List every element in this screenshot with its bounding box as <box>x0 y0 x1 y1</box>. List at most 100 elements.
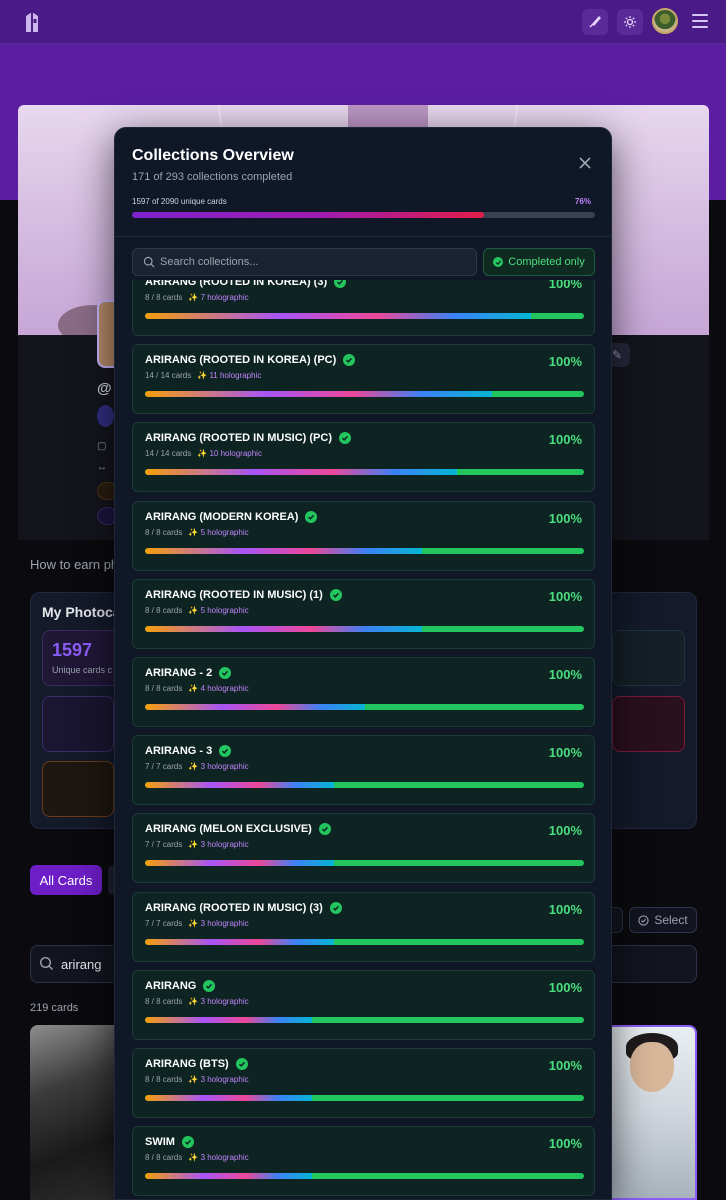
all-cards-tab[interactable]: All Cards <box>30 865 102 895</box>
holographic-progress-segment <box>145 547 422 554</box>
stat-box <box>42 696 114 752</box>
holographic-progress-segment <box>145 1095 312 1101</box>
sparkle-icon: ✨ <box>188 527 199 537</box>
cards-search-value: arirang <box>61 957 102 972</box>
divider <box>115 236 611 237</box>
collection-card[interactable]: ARIRANG (ROOTED IN MUSIC) (1) 8 / 8 cards… <box>132 578 595 649</box>
brush-icon[interactable] <box>582 9 608 35</box>
holographic-progress-segment <box>145 704 365 710</box>
overall-progress-bar <box>132 212 595 218</box>
holographic-count: ✨ 4 holographic <box>188 684 249 693</box>
collection-progress-bar <box>145 313 584 319</box>
sparkle-icon: ✨ <box>188 605 199 615</box>
collection-percent: 100% <box>548 1136 582 1152</box>
link-icon: ↔ <box>97 462 107 473</box>
how-to-earn-link[interactable]: How to earn pho <box>30 557 125 572</box>
completed-only-toggle[interactable]: Completed only <box>483 248 595 276</box>
collection-meta: 8 / 8 cards ✨ 4 holographic <box>145 684 249 693</box>
check-circle-icon <box>219 745 232 758</box>
check-circle-icon <box>318 823 331 836</box>
holographic-count: ✨ 5 holographic <box>188 527 249 537</box>
holographic-count: ✨ 3 holographic <box>188 840 249 850</box>
holographic-count: ✨ 3 holographic <box>188 762 249 772</box>
collection-card[interactable]: ARIRANG - 2 8 / 8 cards ✨ 4 holographic 100… <box>132 657 595 727</box>
collections-search[interactable] <box>132 248 477 276</box>
collection-card[interactable]: SWIM 8 / 8 cards ✨ 3 holographic 100% <box>132 1126 595 1197</box>
holographic-count: ✨ 10 holographic <box>197 449 262 459</box>
holographic-count: ✨ 5 holographic <box>188 605 249 615</box>
collection-name: ARIRANG (ROOTED IN MUSIC) (3) <box>145 901 342 914</box>
photocard-image[interactable] <box>30 1025 114 1200</box>
holographic-count: ✨ 11 holographic <box>197 371 262 381</box>
collection-card[interactable]: ARIRANG (MODERN KOREA) 8 / 8 cards ✨ 5 hol… <box>132 500 595 571</box>
unique-cards-progress-label: 1597 of 2090 unique cards <box>132 197 227 206</box>
holographic-progress-segment <box>145 469 457 476</box>
collections-list: ARIRANG (ROOTED IN KOREA) (3) 8 / 8 cards… <box>132 280 596 1199</box>
badge-icon <box>97 405 114 427</box>
collection-progress-bar <box>145 469 584 476</box>
holographic-count: ✨ 7 holographic <box>188 293 249 302</box>
collection-name: ARIRANG (ROOTED IN MUSIC) (1) <box>145 588 342 601</box>
collection-count: 7 / 7 cards <box>145 918 183 928</box>
collection-progress-bar <box>145 704 584 710</box>
holographic-progress-segment <box>145 313 532 319</box>
holographic-progress-segment <box>145 391 492 398</box>
collection-card[interactable]: ARIRANG 8 / 8 cards ✨ 3 holographic 100% <box>132 969 595 1040</box>
collection-progress-bar <box>145 391 584 398</box>
collection-meta: 8 / 8 cards ✨ 5 holographic <box>145 606 249 615</box>
check-circle-icon <box>305 510 318 523</box>
collections-search-input[interactable] <box>160 249 470 275</box>
collection-progress-bar <box>145 860 584 867</box>
collection-meta: 8 / 8 cards ✨ 7 holographic <box>145 293 249 302</box>
collection-meta: 14 / 14 cards ✨ 10 holographic <box>145 449 262 458</box>
collection-meta: 8 / 8 cards ✨ 3 holographic <box>145 997 249 1006</box>
collection-name: ARIRANG <box>145 979 216 992</box>
collection-count: 7 / 7 cards <box>145 762 183 772</box>
collection-card[interactable]: ARIRANG (ROOTED IN KOREA) (3) 8 / 8 cards… <box>132 280 595 336</box>
collection-name: ARIRANG (ROOTED IN KOREA) (3) <box>145 280 347 288</box>
collection-progress-bar <box>145 547 584 554</box>
collection-progress-bar <box>145 1173 584 1180</box>
collection-card[interactable]: ARIRANG (MELON EXCLUSIVE) 7 / 7 cards ✨ 3 … <box>132 813 595 884</box>
stat-box <box>612 696 685 752</box>
holographic-progress-segment <box>145 860 334 867</box>
stat-box <box>42 761 114 817</box>
search-icon <box>143 256 155 268</box>
sparkle-icon: ✨ <box>188 918 199 928</box>
collection-card[interactable]: ARIRANG (ROOTED IN KOREA) (PC) 14 / 14 ca… <box>132 344 595 415</box>
photocard-image[interactable] <box>612 1025 697 1200</box>
collection-count: 8 / 8 cards <box>145 684 183 693</box>
collection-count: 7 / 7 cards <box>145 840 183 850</box>
collection-card[interactable]: ARIRANG (ROOTED IN MUSIC) (3) 7 / 7 cards… <box>132 891 595 962</box>
close-icon[interactable] <box>577 155 593 171</box>
unique-cards-value: 1597 <box>52 640 93 660</box>
holographic-progress-segment <box>145 1016 312 1023</box>
collection-name: ARIRANG (ROOTED IN KOREA) (PC) <box>145 354 356 367</box>
collection-name: SWIM <box>145 1136 194 1149</box>
collection-meta: 8 / 8 cards ✨ 3 holographic <box>145 1153 249 1162</box>
progress-percent: 76% <box>575 197 592 206</box>
collection-meta: 14 / 14 cards ✨ 11 holographic <box>145 371 261 380</box>
collection-count: 14 / 14 cards <box>145 449 192 459</box>
collection-name: ARIRANG - 2 <box>145 667 232 679</box>
collection-count: 8 / 8 cards <box>145 527 183 537</box>
modal-title: Collections Overview <box>132 147 294 164</box>
sparkle-icon: ✨ <box>188 840 199 850</box>
theme-sun-icon[interactable] <box>617 9 643 35</box>
search-icon <box>39 956 53 970</box>
collection-card[interactable]: ARIRANG (BTS) 8 / 8 cards ✨ 3 holographic 1… <box>132 1048 595 1118</box>
collection-meta: 7 / 7 cards ✨ 3 holographic <box>145 840 249 849</box>
collection-card[interactable]: ARIRANG - 3 7 / 7 cards ✨ 3 holographic 100… <box>132 735 595 806</box>
sparkle-icon: ✨ <box>197 371 208 381</box>
collection-name: ARIRANG (MELON EXCLUSIVE) <box>145 823 331 836</box>
top-nav <box>0 0 726 44</box>
collection-card[interactable]: ARIRANG (ROOTED IN MUSIC) (PC) 14 / 14 ca… <box>132 422 595 493</box>
app-logo-icon[interactable] <box>23 10 41 34</box>
unique-cards-label: Unique cards c <box>52 665 113 675</box>
select-button[interactable]: Select <box>629 907 697 933</box>
hamburger-menu-icon[interactable] <box>692 14 708 28</box>
check-circle-icon <box>181 1136 194 1149</box>
check-circle-icon <box>329 588 342 601</box>
collection-percent: 100% <box>548 1058 582 1073</box>
user-avatar[interactable] <box>652 8 678 34</box>
